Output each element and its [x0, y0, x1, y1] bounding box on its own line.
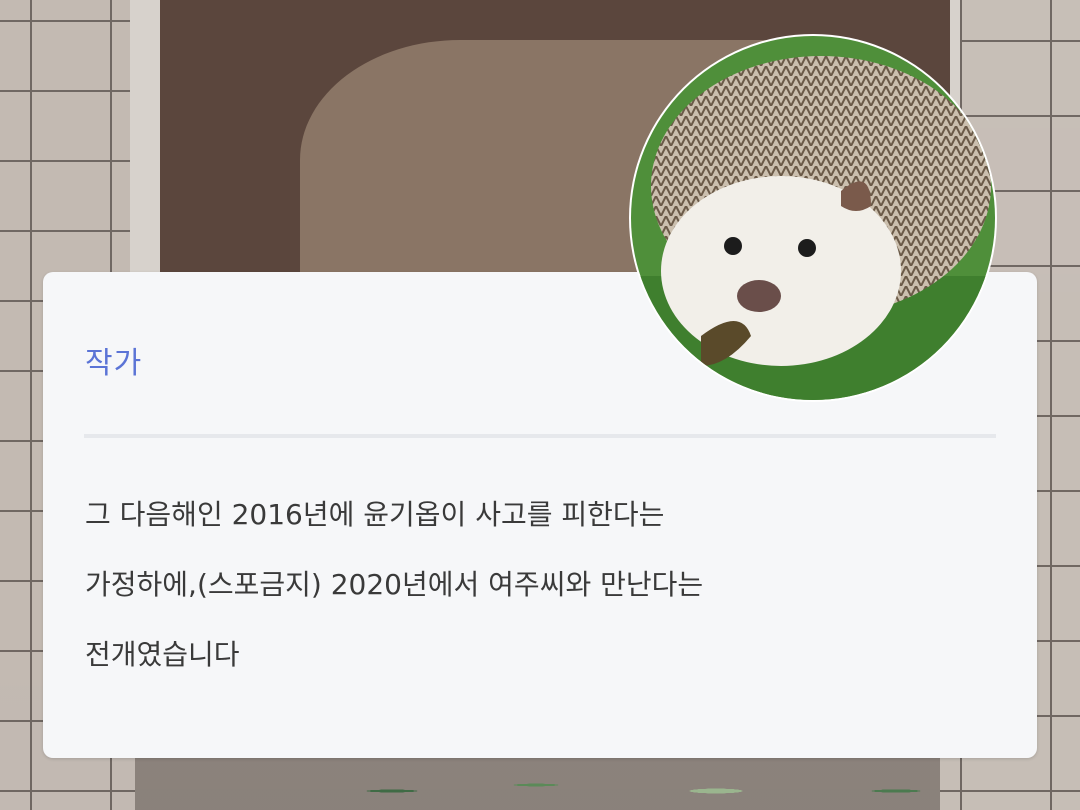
- avatar[interactable]: [631, 36, 995, 400]
- hedgehog-icon: [631, 36, 995, 400]
- body-line: 그 다음해인 2016년에 윤기옵이 사고를 피한다는: [85, 498, 665, 531]
- plants: [320, 755, 1040, 810]
- card-body: 그 다음해인 2016년에 윤기옵이 사고를 피한다는 가정하에,(스포금지) …: [85, 480, 985, 690]
- body-line: 전개였습니다: [85, 638, 240, 671]
- card-label: 작가: [85, 346, 143, 381]
- divider: [84, 434, 996, 438]
- body-line: 가정하에,(스포금지) 2020년에서 여주씨와 만난다는: [85, 568, 704, 601]
